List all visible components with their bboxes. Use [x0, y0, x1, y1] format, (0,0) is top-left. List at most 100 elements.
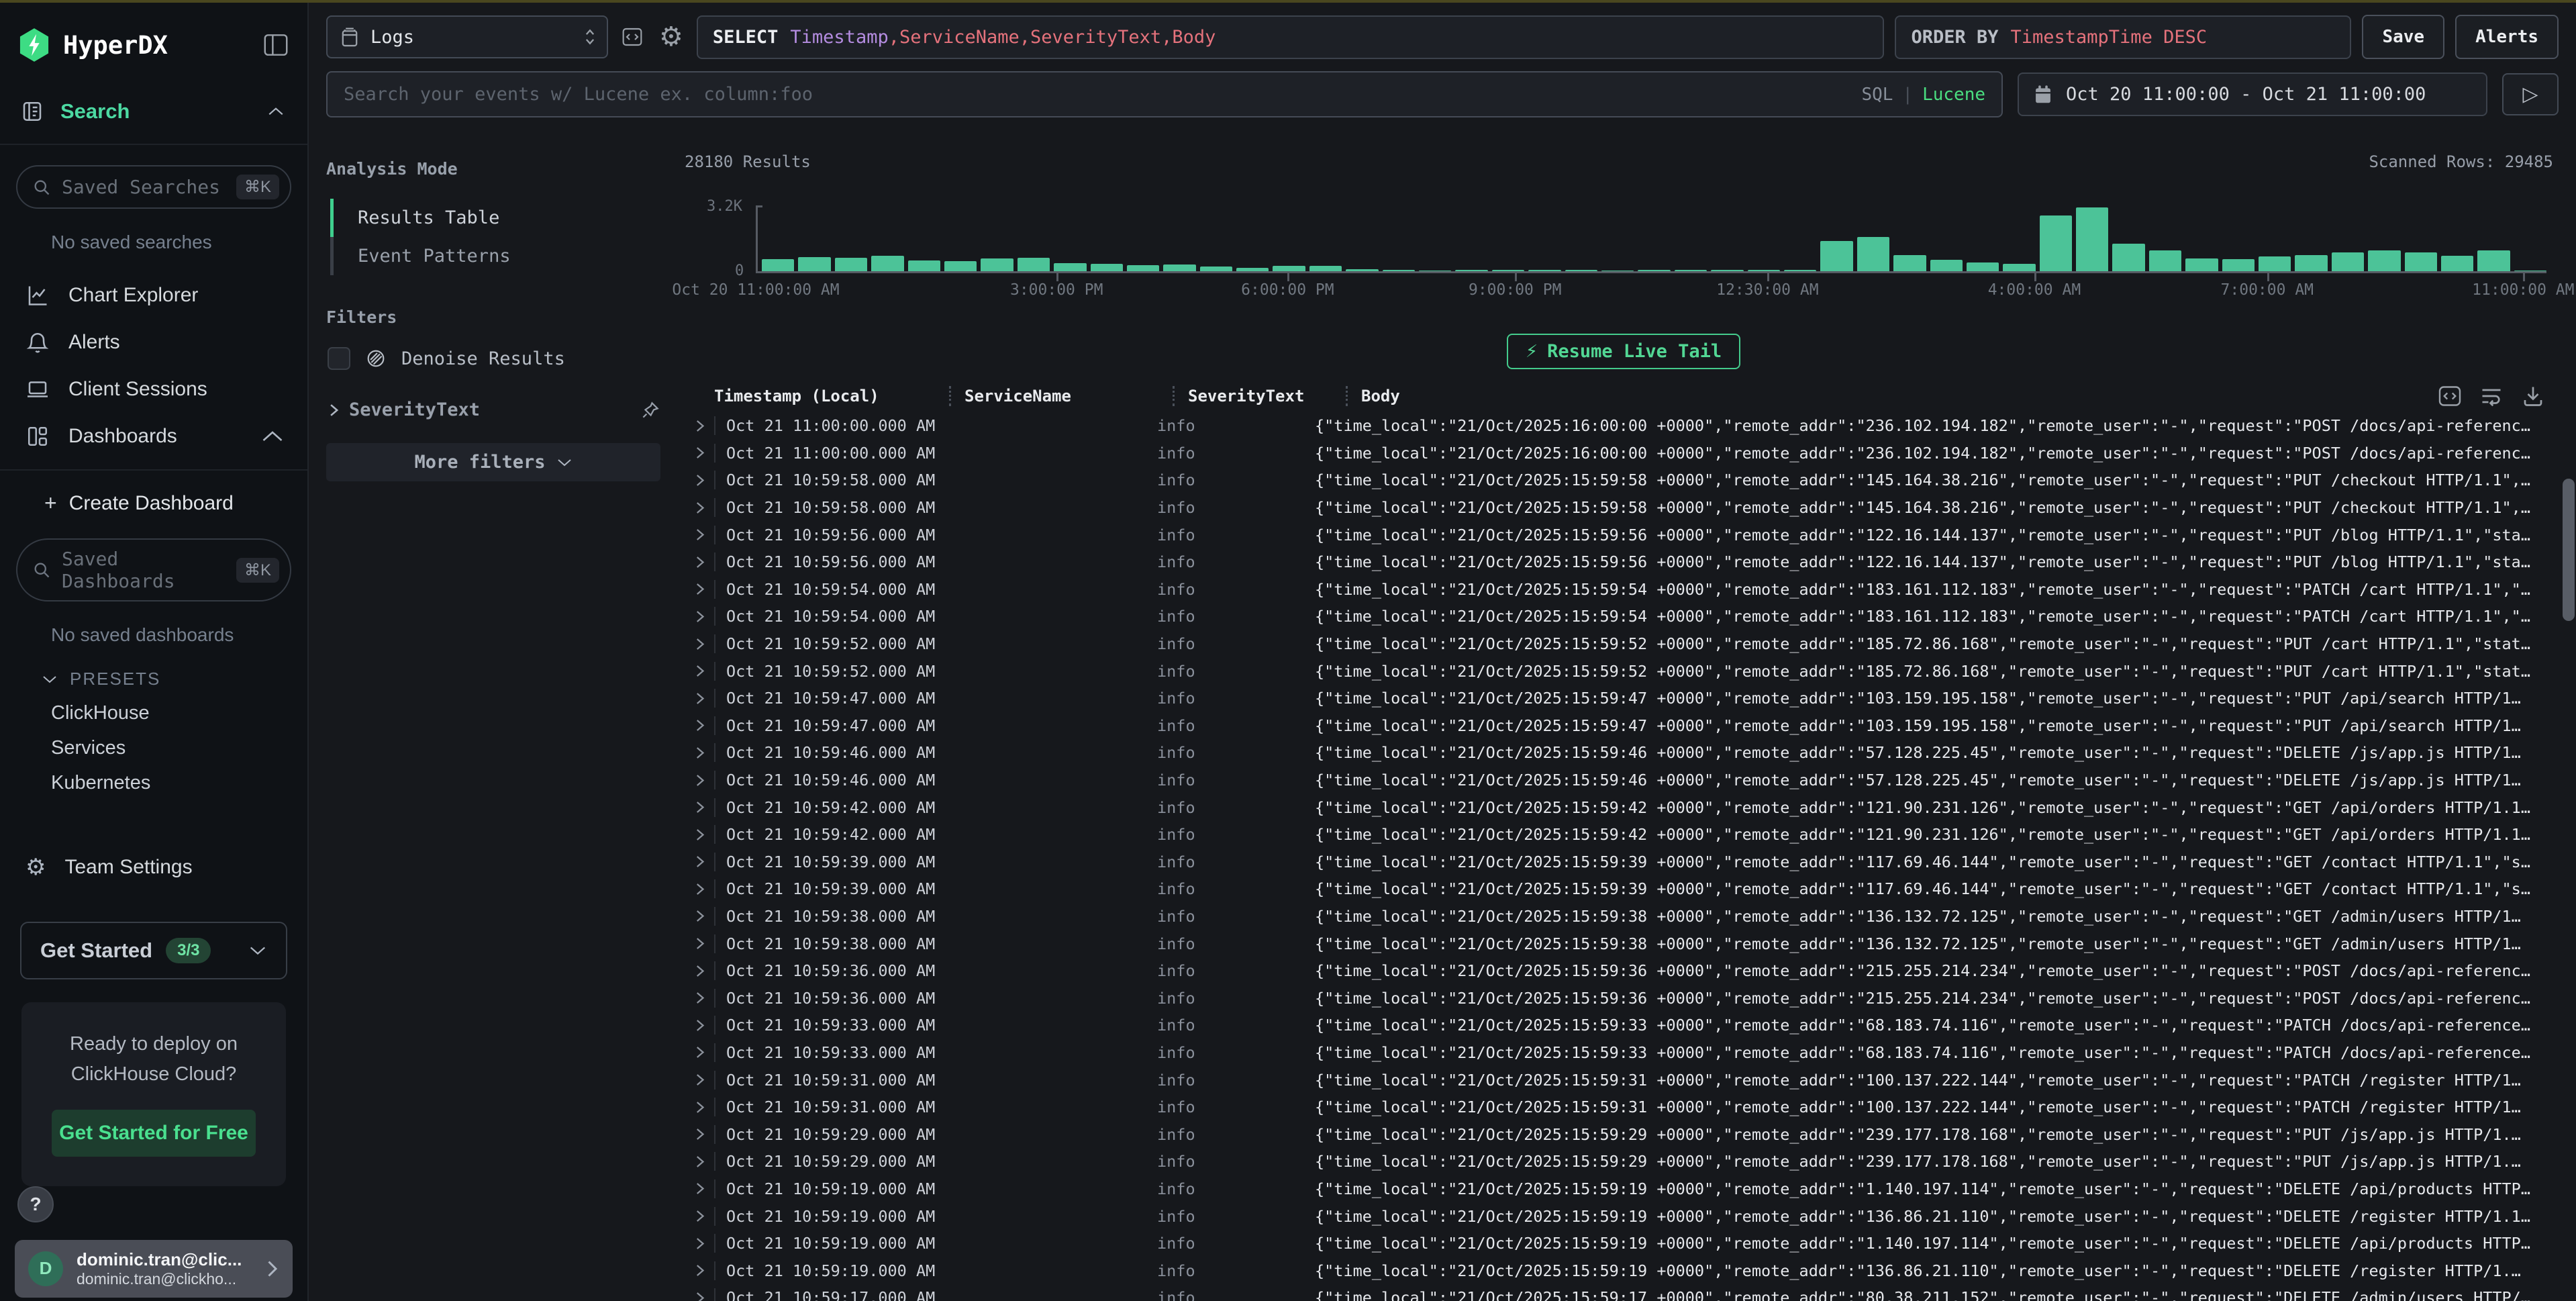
col-severitytext[interactable]: SeverityText: [1188, 387, 1346, 405]
histogram-bar[interactable]: [1018, 258, 1050, 271]
table-row[interactable]: Oct 21 11:00:00.000 AMinfo{"time_local":…: [685, 440, 2563, 467]
histogram-bar[interactable]: [1638, 270, 1670, 271]
expand-row-icon[interactable]: [685, 636, 714, 653]
histogram-bar[interactable]: [762, 259, 794, 271]
expand-row-icon[interactable]: [685, 853, 714, 870]
expand-row-icon[interactable]: [685, 418, 714, 434]
table-row[interactable]: Oct 21 10:59:46.000 AMinfo{"time_local":…: [685, 739, 2563, 767]
code-toggle-icon[interactable]: [619, 23, 646, 50]
expand-row-icon[interactable]: [685, 881, 714, 898]
table-row[interactable]: Oct 21 10:59:31.000 AMinfo{"time_local":…: [685, 1066, 2563, 1094]
expand-row-icon[interactable]: [685, 526, 714, 543]
histogram-bar[interactable]: [1748, 270, 1780, 271]
mode-results-table[interactable]: Results Table: [330, 199, 660, 237]
sidebar-item-client-sessions[interactable]: Client Sessions: [0, 366, 307, 413]
histogram-bar[interactable]: [1893, 255, 1926, 271]
table-row[interactable]: Oct 21 10:59:52.000 AMinfo{"time_local":…: [685, 630, 2563, 658]
table-row[interactable]: Oct 21 10:59:29.000 AMinfo{"time_local":…: [685, 1148, 2563, 1175]
get-started-dropdown[interactable]: Get Started 3/3: [20, 922, 287, 979]
histogram-bar[interactable]: [1383, 270, 1415, 271]
histogram-bar[interactable]: [1236, 268, 1269, 271]
help-button[interactable]: ?: [17, 1186, 54, 1222]
table-row[interactable]: Oct 21 10:59:47.000 AMinfo{"time_local":…: [685, 685, 2563, 712]
table-row[interactable]: Oct 21 10:59:38.000 AMinfo{"time_local":…: [685, 903, 2563, 930]
sidebar-item-team-settings[interactable]: ⚙ Team Settings: [0, 842, 307, 892]
histogram-bar[interactable]: [1273, 266, 1305, 271]
histogram-bar[interactable]: [2076, 207, 2108, 271]
denoise-results-toggle[interactable]: Denoise Results: [328, 347, 660, 370]
preset-services[interactable]: Services: [0, 724, 307, 759]
table-row[interactable]: Oct 21 10:59:54.000 AMinfo{"time_local":…: [685, 576, 2563, 604]
histogram-bar[interactable]: [2222, 259, 2255, 271]
table-row[interactable]: Oct 21 10:59:42.000 AMinfo{"time_local":…: [685, 793, 2563, 821]
histogram-bar[interactable]: [908, 260, 940, 271]
col-servicename[interactable]: ServiceName: [964, 387, 1173, 405]
table-row[interactable]: Oct 21 10:59:46.000 AMinfo{"time_local":…: [685, 767, 2563, 794]
preset-clickhouse[interactable]: ClickHouse: [0, 689, 307, 724]
table-row[interactable]: Oct 21 10:59:52.000 AMinfo{"time_local":…: [685, 657, 2563, 685]
histogram-bar[interactable]: [835, 258, 867, 271]
table-row[interactable]: Oct 21 10:59:38.000 AMinfo{"time_local":…: [685, 930, 2563, 957]
expand-row-icon[interactable]: [685, 990, 714, 1006]
expand-row-icon[interactable]: [685, 1017, 714, 1034]
histogram-bar[interactable]: [2368, 250, 2400, 271]
expand-row-icon[interactable]: [685, 499, 714, 516]
expand-row-icon[interactable]: [685, 908, 714, 924]
download-icon[interactable]: [2521, 384, 2545, 408]
table-row[interactable]: Oct 21 10:59:36.000 AMinfo{"time_local":…: [685, 957, 2563, 985]
presets-toggle[interactable]: PRESETS: [0, 650, 307, 689]
sidebar-item-search[interactable]: Search: [0, 62, 307, 145]
table-row[interactable]: Oct 21 10:59:36.000 AMinfo{"time_local":…: [685, 984, 2563, 1012]
table-row[interactable]: Oct 21 10:59:29.000 AMinfo{"time_local":…: [685, 1120, 2563, 1148]
source-select[interactable]: Logs: [326, 15, 608, 58]
histogram-bar[interactable]: [981, 258, 1013, 271]
table-row[interactable]: Oct 21 10:59:19.000 AMinfo{"time_local":…: [685, 1230, 2563, 1257]
code-view-icon[interactable]: [2438, 384, 2462, 408]
histogram-bar[interactable]: [2405, 252, 2437, 271]
histogram-bar[interactable]: [1967, 262, 1999, 271]
histogram-bar[interactable]: [2112, 244, 2144, 271]
expand-row-icon[interactable]: [685, 799, 714, 816]
expand-row-icon[interactable]: [685, 935, 714, 952]
histogram-bar[interactable]: [1711, 270, 1743, 271]
date-range-picker[interactable]: Oct 20 11:00:00 - Oct 21 11:00:00: [2018, 73, 2487, 116]
histogram-bar[interactable]: [1346, 269, 1378, 271]
expand-row-icon[interactable]: [685, 472, 714, 489]
order-by-input[interactable]: ORDER BY TimestampTime DESC: [1895, 15, 2351, 59]
save-button[interactable]: Save: [2362, 15, 2444, 59]
histogram-bar[interactable]: [1675, 270, 1707, 271]
histogram-bar[interactable]: [1309, 266, 1342, 271]
filter-group-severitytext[interactable]: SeverityText: [328, 399, 660, 420]
expand-row-icon[interactable]: [685, 1180, 714, 1197]
saved-dashboards-input[interactable]: Saved Dashboards ⌘K: [16, 538, 291, 601]
table-row[interactable]: Oct 21 10:59:33.000 AMinfo{"time_local":…: [685, 1012, 2563, 1039]
expand-row-icon[interactable]: [685, 717, 714, 734]
expand-row-icon[interactable]: [685, 444, 714, 461]
wrap-text-icon[interactable]: [2479, 384, 2504, 408]
sidebar-item-dashboards[interactable]: Dashboards: [0, 413, 307, 460]
histogram-bar[interactable]: [2295, 255, 2327, 271]
table-row[interactable]: Oct 21 10:59:31.000 AMinfo{"time_local":…: [685, 1094, 2563, 1121]
source-settings-gear-icon[interactable]: ⚙: [656, 21, 686, 52]
table-row[interactable]: Oct 21 10:59:47.000 AMinfo{"time_local":…: [685, 712, 2563, 740]
histogram-bar[interactable]: [2040, 215, 2072, 271]
histogram-bar[interactable]: [1455, 270, 1487, 271]
mode-event-patterns[interactable]: Event Patterns: [330, 237, 660, 275]
table-row[interactable]: Oct 21 10:59:19.000 AMinfo{"time_local":…: [685, 1175, 2563, 1203]
expand-row-icon[interactable]: [685, 744, 714, 761]
histogram-bar[interactable]: [2332, 252, 2364, 271]
alerts-button[interactable]: Alerts: [2455, 15, 2559, 59]
expand-row-icon[interactable]: [685, 581, 714, 597]
expand-row-icon[interactable]: [685, 608, 714, 625]
lang-sql[interactable]: SQL: [1861, 85, 1893, 105]
select-clause-input[interactable]: SELECT Timestamp ,ServiceName,SeverityTe…: [697, 15, 1885, 59]
col-body[interactable]: Body: [1361, 387, 2438, 405]
expand-row-icon[interactable]: [685, 1099, 714, 1116]
table-row[interactable]: Oct 21 10:59:17.000 AMinfo{"time_local":…: [685, 1284, 2563, 1301]
histogram-bar[interactable]: [944, 261, 977, 271]
language-toggle[interactable]: SQL|Lucene: [1861, 85, 1985, 105]
histogram-bar[interactable]: [1054, 263, 1086, 271]
lang-lucene[interactable]: Lucene: [1922, 85, 1985, 105]
table-row[interactable]: Oct 21 10:59:54.000 AMinfo{"time_local":…: [685, 603, 2563, 630]
histogram-bar[interactable]: [1492, 270, 1524, 271]
